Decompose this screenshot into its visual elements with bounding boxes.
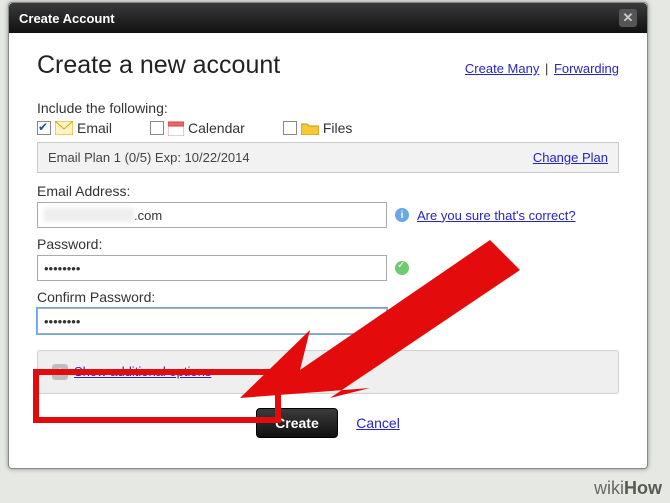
dialog-titlebar: Create Account ✕ bbox=[9, 3, 647, 33]
dialog-footer: Create Cancel bbox=[37, 394, 619, 456]
dialog-title: Create Account bbox=[19, 11, 115, 26]
header-links: Create Many | Forwarding bbox=[465, 61, 619, 76]
create-account-dialog: Create Account ✕ Create a new account Cr… bbox=[8, 2, 648, 469]
close-icon[interactable]: ✕ bbox=[619, 9, 637, 27]
email-local-blur bbox=[44, 208, 134, 222]
password-label: Password: bbox=[37, 236, 619, 252]
page-title: Create a new account bbox=[37, 51, 280, 80]
feature-row: Email Calendar Files bbox=[37, 120, 619, 136]
check-ok-icon bbox=[395, 261, 409, 275]
email-address-input[interactable]: .com bbox=[37, 202, 387, 228]
plan-text: Email Plan 1 (0/5) Exp: 10/22/2014 bbox=[48, 150, 250, 165]
dialog-content: Create a new account Create Many | Forwa… bbox=[9, 33, 647, 468]
link-separator: | bbox=[545, 61, 548, 76]
confirm-password-input[interactable] bbox=[37, 308, 387, 334]
calendar-label: Calendar bbox=[188, 120, 245, 136]
additional-options-panel: + Show additional options bbox=[37, 350, 619, 394]
files-label: Files bbox=[323, 120, 353, 136]
files-icon bbox=[301, 121, 319, 135]
info-icon: i bbox=[395, 208, 409, 222]
watermark-prefix: wiki bbox=[594, 478, 624, 498]
include-label: Include the following: bbox=[37, 100, 619, 116]
forwarding-link[interactable]: Forwarding bbox=[554, 61, 619, 76]
plus-icon[interactable]: + bbox=[52, 364, 68, 380]
email-address-label: Email Address: bbox=[37, 183, 619, 199]
password-input[interactable] bbox=[37, 255, 387, 281]
watermark-suffix: How bbox=[624, 478, 662, 498]
email-label: Email bbox=[77, 120, 112, 136]
email-hint-link[interactable]: Are you sure that's correct? bbox=[417, 208, 576, 223]
confirm-password-label: Confirm Password: bbox=[37, 289, 619, 305]
files-checkbox[interactable] bbox=[283, 121, 297, 135]
cancel-link[interactable]: Cancel bbox=[356, 415, 400, 431]
email-checkbox[interactable] bbox=[37, 121, 51, 135]
create-button[interactable]: Create bbox=[256, 408, 338, 438]
email-icon bbox=[55, 121, 73, 135]
create-many-link[interactable]: Create Many bbox=[465, 61, 539, 76]
show-additional-options-link[interactable]: Show additional options bbox=[74, 364, 211, 379]
change-plan-link[interactable]: Change Plan bbox=[533, 150, 608, 165]
calendar-icon bbox=[168, 120, 184, 136]
plan-bar: Email Plan 1 (0/5) Exp: 10/22/2014 Chang… bbox=[37, 142, 619, 173]
email-domain-suffix: .com bbox=[134, 208, 162, 223]
watermark: wikiHow bbox=[594, 478, 662, 499]
calendar-checkbox[interactable] bbox=[150, 121, 164, 135]
